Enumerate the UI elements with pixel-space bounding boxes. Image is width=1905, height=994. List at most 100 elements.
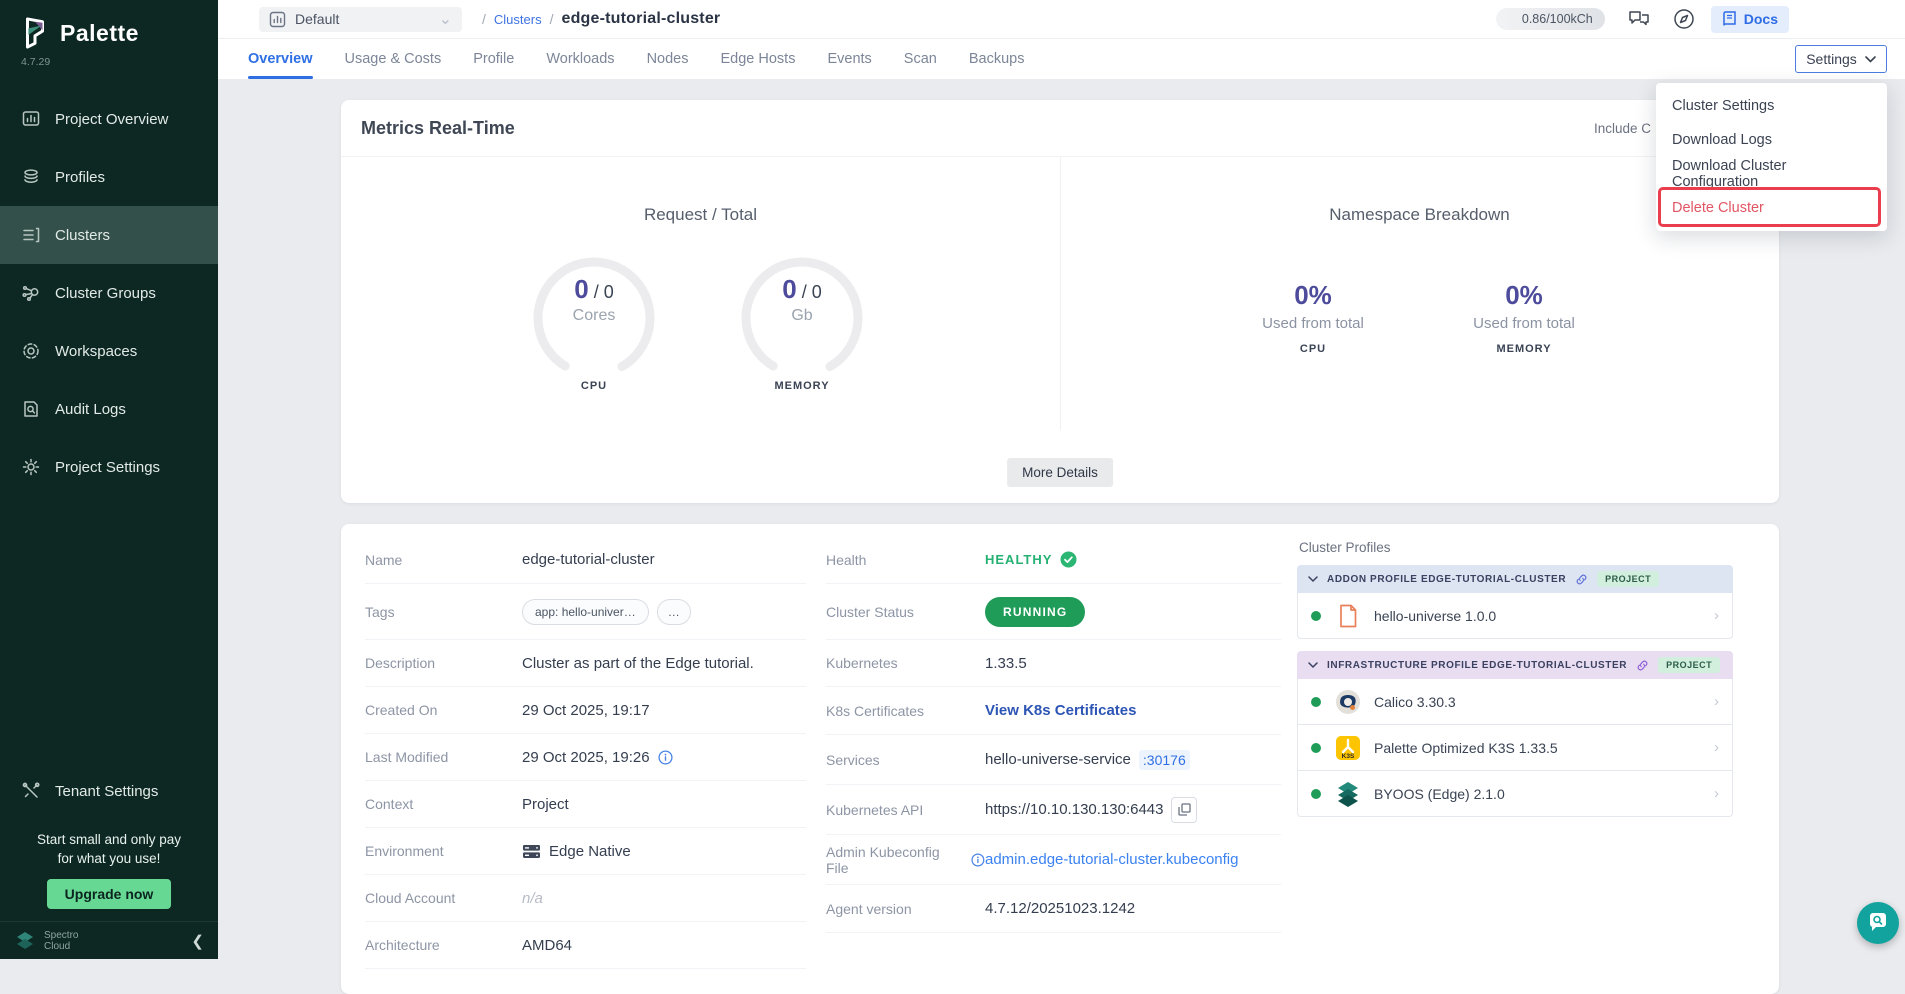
cluster-profiles-title: Cluster Profiles <box>1299 540 1733 555</box>
top-bar: Default ⌄ / Clusters / edge-tutorial-clu… <box>218 0 1905 39</box>
metrics-header: Metrics Real-Time Include C <box>341 100 1779 157</box>
collapse-sidebar-icon[interactable]: ❮ <box>191 932 204 950</box>
link-icon <box>1575 573 1588 586</box>
memory-total: 0 <box>812 282 822 303</box>
upgrade-now-button[interactable]: Upgrade now <box>47 879 172 909</box>
svg-text:K3S: K3S <box>1341 753 1354 760</box>
detail-row-cloud-account: Cloud Account n/a <box>365 875 806 922</box>
tab-nodes[interactable]: Nodes <box>647 39 689 79</box>
detail-row-last-modified: Last Modified 29 Oct 2025, 19:26 <box>365 734 806 781</box>
namespace-cpu-value: 0% <box>1218 280 1408 311</box>
settings-button[interactable]: Settings <box>1795 45 1887 73</box>
detail-row-context: Context Project <box>365 781 806 828</box>
sidebar-item-label: Project Overview <box>55 111 168 128</box>
spectro-cloud-brand: Spectro Cloud <box>44 930 78 952</box>
details-left-column: Name edge-tutorial-cluster Tags app: hel… <box>365 536 806 969</box>
layers-icon <box>21 167 41 187</box>
chevron-right-icon: › <box>1714 693 1719 710</box>
detail-row-kubernetes: Kubernetes 1.33.5 <box>826 640 1281 687</box>
more-tags-chip[interactable]: … <box>657 599 691 625</box>
cpu-used: 0 <box>574 274 588 305</box>
include-toggle-label[interactable]: Include C <box>1594 121 1651 136</box>
tab-scan[interactable]: Scan <box>904 39 937 79</box>
sidebar: Palette 4.7.29 Project Overview Profiles… <box>0 0 218 959</box>
metrics-title: Metrics Real-Time <box>361 118 515 139</box>
project-selector-value: Default <box>295 11 339 27</box>
detail-row-architecture: Architecture AMD64 <box>365 922 806 969</box>
infrastructure-profile-header[interactable]: INFRASTRUCTURE PROFILE EDGE-TUTORIAL-CLU… <box>1297 651 1733 679</box>
detail-row-description: Description Cluster as part of the Edge … <box>365 640 806 687</box>
info-icon[interactable] <box>658 750 673 765</box>
palette-logo: Palette <box>0 0 218 50</box>
copy-icon <box>1178 803 1191 816</box>
pack-row-calico[interactable]: Calico 3.30.3 › <box>1297 679 1733 725</box>
detail-row-admin-kubeconfig: Admin Kubeconfig File admin.edge-tutoria… <box>826 835 1281 885</box>
tab-backups[interactable]: Backups <box>969 39 1025 79</box>
view-k8s-certificates-link[interactable]: View K8s Certificates <box>985 702 1136 719</box>
tag-chip[interactable]: app: hello-univer… <box>522 599 649 625</box>
cluster-tabs: Overview Usage & Costs Profile Workloads… <box>218 39 1905 79</box>
status-dot <box>1311 611 1321 621</box>
tab-events[interactable]: Events <box>827 39 871 79</box>
more-details-button[interactable]: More Details <box>1007 458 1113 487</box>
compass-icon[interactable] <box>1673 8 1695 30</box>
sidebar-item-project-overview[interactable]: Project Overview <box>0 90 218 148</box>
menu-item-download-cluster-configuration[interactable]: Download Cluster Configuration <box>1656 157 1887 191</box>
breadcrumb-separator: / <box>550 11 554 27</box>
pack-row-k3s[interactable]: K3S Palette Optimized K3S 1.33.5 › <box>1297 725 1733 771</box>
app-name: Palette <box>60 20 139 47</box>
cluster-details-card: Name edge-tutorial-cluster Tags app: hel… <box>341 524 1779 994</box>
help-launcher-button[interactable] <box>1857 902 1899 944</box>
status-dot <box>1311 743 1321 753</box>
target-icon <box>21 341 41 361</box>
sidebar-item-label: Profiles <box>55 169 105 186</box>
sidebar-item-label: Project Settings <box>55 459 160 476</box>
sidebar-item-audit-logs[interactable]: Audit Logs <box>0 380 218 438</box>
detail-row-kubernetes-api: Kubernetes API https://10.10.130.130:644… <box>826 785 1281 835</box>
tab-overview[interactable]: Overview <box>248 39 313 79</box>
health-status: HEALTHY <box>985 552 1052 567</box>
breadcrumb: / Clusters / edge-tutorial-cluster <box>482 10 720 28</box>
sidebar-item-clusters[interactable]: Clusters <box>0 206 218 264</box>
tab-edge-hosts[interactable]: Edge Hosts <box>720 39 795 79</box>
addon-profile-header[interactable]: ADDON PROFILE EDGE-TUTORIAL-CLUSTER PROJ… <box>1297 565 1733 593</box>
network-icon <box>21 283 41 303</box>
sidebar-item-label: Cluster Groups <box>55 285 156 302</box>
project-selector[interactable]: Default ⌄ <box>259 7 462 32</box>
breadcrumb-clusters-link[interactable]: Clusters <box>494 12 542 27</box>
sidebar-item-tenant-settings[interactable]: Tenant Settings <box>0 762 218 820</box>
chevron-down-icon: ⌄ <box>439 9 452 29</box>
info-icon[interactable] <box>971 853 985 867</box>
tab-profile[interactable]: Profile <box>473 39 514 79</box>
tab-usage-costs[interactable]: Usage & Costs <box>345 39 442 79</box>
settings-button-label: Settings <box>1806 51 1857 67</box>
menu-item-download-logs[interactable]: Download Logs <box>1656 123 1887 157</box>
pack-row-byoos[interactable]: BYOOS (Edge) 2.1.0 › <box>1297 771 1733 817</box>
sidebar-item-profiles[interactable]: Profiles <box>0 148 218 206</box>
menu-item-cluster-settings[interactable]: Cluster Settings <box>1656 89 1887 123</box>
status-dot <box>1311 697 1321 707</box>
app-version: 4.7.29 <box>0 50 218 68</box>
settings-dropdown-menu: Cluster Settings Download Logs Download … <box>1656 83 1887 231</box>
sidebar-item-workspaces[interactable]: Workspaces <box>0 322 218 380</box>
sidebar-item-project-settings[interactable]: Project Settings <box>0 438 218 496</box>
tools-icon <box>21 781 41 801</box>
copy-button[interactable] <box>1171 797 1197 823</box>
pack-row-hello-universe[interactable]: hello-universe 1.0.0 › <box>1297 593 1733 639</box>
hello-universe-logo-icon <box>1334 602 1361 629</box>
menu-item-delete-cluster[interactable]: Delete Cluster <box>1656 191 1887 225</box>
namespace-memory-stat: 0% Used from total MEMORY <box>1429 280 1619 355</box>
chat-icon[interactable] <box>1627 8 1651 30</box>
gear-icon <box>21 457 41 477</box>
byoos-logo-icon <box>1334 780 1361 807</box>
service-port-link[interactable]: :30176 <box>1139 750 1190 770</box>
sidebar-item-cluster-groups[interactable]: Cluster Groups <box>0 264 218 322</box>
details-middle-column: Health HEALTHY Cluster Status RUNNING Ku… <box>826 536 1281 933</box>
request-total-title: Request / Total <box>341 205 1060 225</box>
tab-workloads[interactable]: Workloads <box>546 39 614 79</box>
detail-row-name: Name edge-tutorial-cluster <box>365 536 806 584</box>
memory-label: MEMORY <box>727 380 877 392</box>
metrics-divider <box>1060 157 1061 430</box>
docs-button[interactable]: Docs <box>1711 6 1789 33</box>
kubeconfig-download-link[interactable]: admin.edge-tutorial-cluster.kubeconfig <box>985 851 1238 868</box>
